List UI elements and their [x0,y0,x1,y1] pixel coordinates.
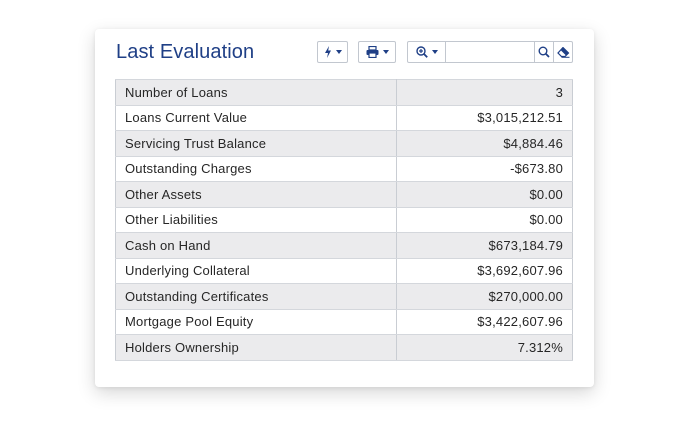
table-row: Holders Ownership 7.312% [115,334,573,361]
chevron-down-icon [431,50,438,54]
row-label: Mortgage Pool Equity [115,308,397,335]
lightning-bolt-icon [324,46,331,58]
row-label: Number of Loans [115,79,397,106]
row-value: $3,692,607.96 [396,257,573,284]
table-row: Other Liabilities $0.00 [115,206,573,233]
row-label: Outstanding Certificates [115,283,397,310]
search-icon [538,46,550,58]
zoom-dropdown-button[interactable] [408,42,446,62]
panel-title: Last Evaluation [116,41,255,63]
table-row: Cash on Hand $673,184.79 [115,232,573,259]
zoom-in-icon [415,46,428,58]
row-value: $0.00 [396,181,573,208]
table-row: Other Assets $0.00 [115,181,573,208]
row-label: Loans Current Value [115,104,397,131]
row-label: Outstanding Charges [115,155,397,182]
row-label: Holders Ownership [115,334,397,361]
table-row: Outstanding Certificates $270,000.00 [115,283,573,310]
table-row: Loans Current Value $3,015,212.51 [115,104,573,131]
row-value: $4,884.46 [396,130,573,157]
row-value: 7.312% [396,334,573,361]
last-evaluation-panel: Last Evaluation Number of Loans 3 Loans … [95,29,594,387]
search-input[interactable] [446,42,534,62]
clear-search-button[interactable] [553,42,572,62]
eraser-icon [556,46,569,58]
table-row: Number of Loans 3 [115,79,573,106]
row-label: Other Liabilities [115,206,397,233]
table-row: Outstanding Charges -$673.80 [115,155,573,182]
search-button[interactable] [534,42,553,62]
row-value: $270,000.00 [396,283,573,310]
row-value: $673,184.79 [396,232,573,259]
row-label: Servicing Trust Balance [115,130,397,157]
row-label: Cash on Hand [115,232,397,259]
row-label: Other Assets [115,181,397,208]
row-value: $3,422,607.96 [396,308,573,335]
row-value: -$673.80 [396,155,573,182]
actions-dropdown-button[interactable] [317,41,348,63]
print-dropdown-button[interactable] [358,41,396,63]
row-label: Underlying Collateral [115,257,397,284]
row-value: 3 [396,79,573,106]
row-value: $3,015,212.51 [396,104,573,131]
chevron-down-icon [382,50,389,54]
row-value: $0.00 [396,206,573,233]
chevron-down-icon [335,50,342,54]
evaluation-table: Number of Loans 3 Loans Current Value $3,01… [115,79,573,361]
table-row: Mortgage Pool Equity $3,422,607.96 [115,308,573,335]
printer-icon [366,46,378,58]
table-row: Servicing Trust Balance $4,884.46 [115,130,573,157]
table-row: Underlying Collateral $3,692,607.96 [115,257,573,284]
search-group [407,41,573,63]
